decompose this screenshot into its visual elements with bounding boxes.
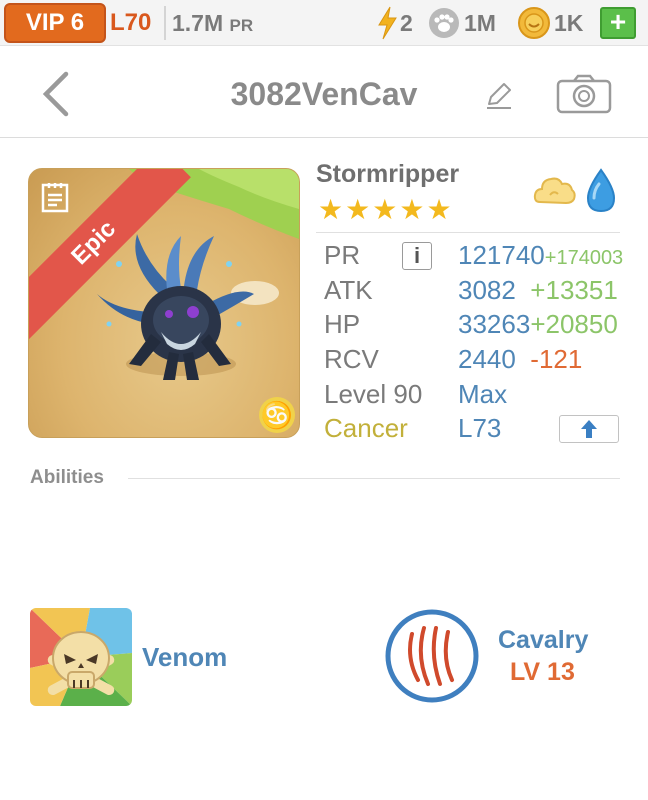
page-header: 3082VenCav <box>0 46 648 138</box>
player-power: 1.7M PR <box>172 10 253 37</box>
divider <box>128 478 620 479</box>
player-level: L70 <box>110 9 152 36</box>
star-icon: ★ <box>372 194 398 225</box>
stat-label: RCV <box>324 344 379 374</box>
cavalry-ability-icon[interactable] <box>384 608 480 704</box>
stat-base: 121740 <box>458 240 545 270</box>
power-value: 1.7M <box>172 10 224 36</box>
water-drop-icon <box>586 168 616 213</box>
venom-ability-name: Venom <box>142 642 228 672</box>
star-icon: ★ <box>345 194 371 225</box>
energy-count: 2 <box>400 10 413 36</box>
info-button[interactable]: i <box>402 242 432 270</box>
notes-icon[interactable] <box>41 181 71 213</box>
status-bar: VIP 6 L70 1.7M PR 2 1M 1K + <box>0 0 648 46</box>
cavalry-ability-name: Cavalry <box>498 626 589 654</box>
zodiac-level: L73 <box>458 413 502 443</box>
energy-icon <box>378 6 397 40</box>
power-unit: PR <box>229 16 254 35</box>
stat-label: PR <box>324 240 361 270</box>
stat-base: 33263 <box>458 309 531 339</box>
stat-base: 3082 <box>458 275 516 305</box>
star-icon: ★ <box>426 194 452 225</box>
divider <box>164 6 166 40</box>
arrow-up-icon <box>581 420 597 438</box>
stat-value: 121740+174003 <box>458 240 623 271</box>
stat-bonus: +174003 <box>544 247 624 269</box>
camera-icon[interactable] <box>556 74 612 114</box>
level-value: Max <box>458 379 508 409</box>
stat-value: 2440 -121 <box>458 344 582 375</box>
stat-label: HP <box>324 309 361 339</box>
coin-icon <box>518 7 550 39</box>
divider <box>316 232 620 233</box>
star-icon: ★ <box>318 194 344 225</box>
skull-icon <box>30 608 132 706</box>
stat-label: ATK <box>324 275 373 305</box>
stat-value: 3082 +13351 <box>458 275 618 306</box>
stat-base: 2440 <box>458 344 516 374</box>
pencil-icon[interactable] <box>484 80 514 110</box>
cancer-zodiac-icon: ♋ <box>259 397 295 433</box>
food-icon <box>429 8 459 38</box>
level-label: Level 90 <box>324 379 423 409</box>
stat-penalty: -121 <box>530 344 583 374</box>
page-title: 3082VenCav <box>230 76 418 112</box>
cavalry-ability-level: LV 13 <box>510 658 575 686</box>
monster-name: Stormripper <box>316 160 460 188</box>
stat-bonus: +20850 <box>530 309 618 339</box>
star-rating: ★★★★★ <box>318 196 454 224</box>
zodiac-upgrade-button[interactable] <box>559 415 619 443</box>
zodiac-label: Cancer <box>324 413 408 443</box>
stat-bonus: +13351 <box>530 275 618 305</box>
vip-badge[interactable]: VIP 6 <box>4 3 106 43</box>
stat-value: 33263+20850 <box>458 309 618 340</box>
star-icon: ★ <box>399 194 425 225</box>
venom-ability-icon[interactable] <box>30 608 132 706</box>
coin-count: 1K <box>554 10 584 36</box>
food-count: 1M <box>464 10 496 36</box>
monster-portrait[interactable]: Epic ♋ <box>28 168 300 438</box>
light-cloud-icon <box>533 177 576 205</box>
add-coins-button[interactable]: + <box>600 7 636 39</box>
abilities-heading: Abilities <box>30 467 104 488</box>
